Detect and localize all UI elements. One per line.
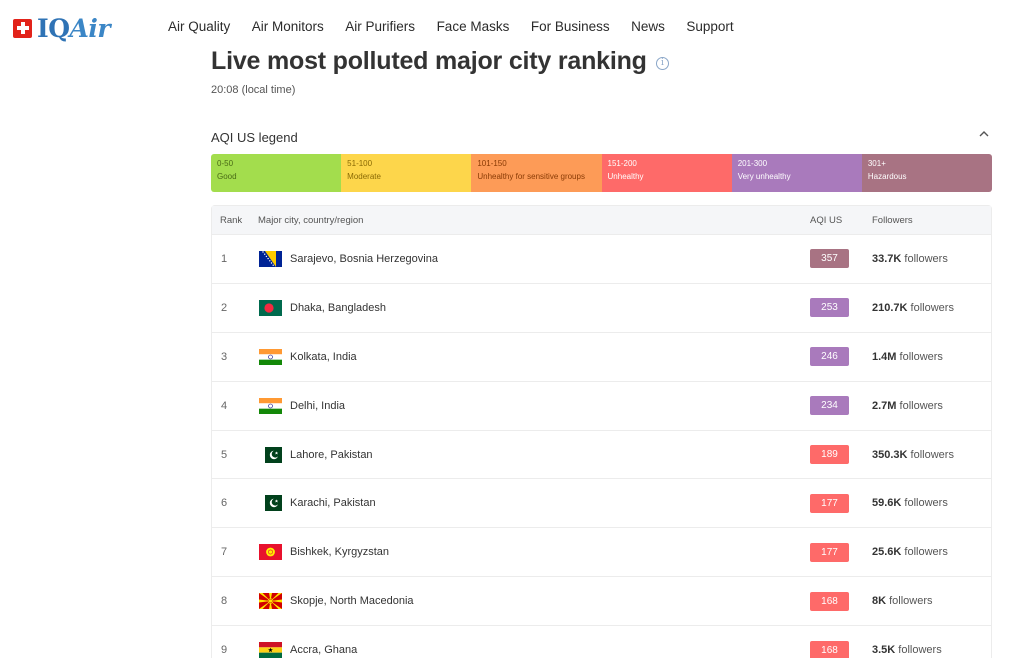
- info-icon[interactable]: i: [656, 57, 669, 70]
- table-row[interactable]: 2 Dhaka, Bangladesh 253 210.7K followers: [212, 282, 991, 332]
- north-macedonia-flag-icon: [259, 593, 282, 610]
- chevron-up-icon[interactable]: [978, 128, 990, 140]
- followers-cell: 350.3K followers: [872, 448, 954, 461]
- aqi-badge: 177: [810, 493, 849, 513]
- aqi-badge: 168: [810, 640, 849, 658]
- legend-segment: 101-150 Unhealthy for sensitive groups: [471, 154, 602, 192]
- ghana-flag-icon: [259, 642, 282, 658]
- table-row[interactable]: 5 Lahore, Pakistan 189 350.3K followers: [212, 429, 991, 479]
- city-link[interactable]: Bishkek, Kyrgyzstan: [290, 546, 389, 558]
- rank-cell: 1: [221, 252, 228, 265]
- rank-cell: 4: [221, 399, 228, 412]
- legend-segment: 151-200 Unhealthy: [601, 154, 732, 192]
- legend-label: Good: [217, 171, 237, 181]
- bangladesh-flag-icon: [259, 299, 282, 316]
- aqi-legend-bar: 0-50 Good 51-100 Moderate 101-150 Unhealthy f…: [211, 154, 992, 192]
- aqi-badge: 246: [810, 347, 849, 367]
- rank-cell: 9: [221, 644, 228, 657]
- local-time: 20:08 (local time): [211, 84, 296, 96]
- nav-face-masks[interactable]: Face Masks: [437, 18, 510, 36]
- legend-label: Moderate: [347, 171, 381, 181]
- legend-segment: 201-300 Very unhealthy: [731, 154, 862, 192]
- followers-cell: 25.6K followers: [872, 546, 948, 559]
- rank-cell: 7: [221, 546, 228, 559]
- kyrgyzstan-flag-icon: [259, 544, 282, 561]
- nav-support[interactable]: Support: [686, 18, 733, 36]
- rank-cell: 2: [221, 301, 228, 314]
- city-link[interactable]: Sarajevo, Bosnia Herzegovina: [290, 253, 438, 265]
- legend-label: Unhealthy: [607, 171, 644, 181]
- followers-cell: 59.6K followers: [872, 497, 948, 510]
- table-row[interactable]: 6 Karachi, Pakistan 177 59.6K followers: [212, 478, 991, 527]
- india-flag-icon: [259, 348, 282, 365]
- city-link[interactable]: Delhi, India: [290, 400, 345, 412]
- bosnia-flag-icon: [259, 250, 282, 267]
- logo-text: IQAir: [37, 13, 111, 43]
- rank-cell: 6: [221, 497, 228, 510]
- rank-cell: 8: [221, 595, 228, 608]
- followers-cell: 210.7K followers: [872, 301, 954, 314]
- pakistan-flag-icon: [259, 495, 282, 512]
- legend-range: 151-200: [607, 159, 637, 168]
- city-link[interactable]: Karachi, Pakistan: [290, 497, 376, 509]
- table-row[interactable]: 7 Bishkek, Kyrgyzstan 177 25.6K followers: [212, 527, 991, 576]
- iqair-logo[interactable]: IQAir: [13, 13, 111, 43]
- city-link[interactable]: Accra, Ghana: [290, 644, 357, 656]
- nav-news[interactable]: News: [631, 18, 665, 36]
- legend-label: Unhealthy for sensitive groups: [477, 171, 585, 181]
- table-row[interactable]: 1 Sarajevo, Bosnia Herzegovina 357 33.7K fo…: [212, 234, 991, 283]
- nav-for-business[interactable]: For Business: [531, 18, 610, 36]
- legend-range: 301+: [867, 159, 886, 168]
- legend-segment: 301+ Hazardous: [861, 154, 992, 192]
- aqi-badge: 177: [810, 542, 849, 562]
- legend-title: AQI US legend: [211, 130, 298, 145]
- legend-range: 0-50: [217, 159, 234, 168]
- header-aqi[interactable]: AQI US: [810, 215, 842, 226]
- india-flag-icon: [259, 397, 282, 414]
- city-link[interactable]: Kolkata, India: [290, 351, 357, 363]
- ranking-table: Rank Major city, country/region AQI US F…: [211, 205, 992, 658]
- table-row[interactable]: 9 Accra, Ghana 168 3.5K followers: [212, 625, 991, 658]
- legend-segment: 51-100 Moderate: [341, 154, 472, 192]
- rank-cell: 3: [221, 350, 228, 363]
- aqi-badge: 234: [810, 396, 849, 416]
- table-header: Rank Major city, country/region AQI US F…: [212, 206, 991, 234]
- city-link[interactable]: Skopje, North Macedonia: [290, 595, 414, 607]
- followers-cell: 33.7K followers: [872, 252, 948, 265]
- rank-cell: 5: [221, 448, 228, 461]
- legend-label: Very unhealthy: [737, 171, 791, 181]
- followers-cell: 2.7M followers: [872, 399, 943, 412]
- city-link[interactable]: Dhaka, Bangladesh: [290, 302, 386, 314]
- legend-segment: 0-50 Good: [211, 154, 342, 192]
- swiss-flag-icon: [13, 18, 32, 38]
- followers-cell: 1.4M followers: [872, 350, 943, 363]
- followers-cell: 8K followers: [872, 595, 933, 608]
- page-title: Live most polluted major city ranking: [211, 47, 647, 75]
- legend-range: 101-150: [477, 159, 507, 168]
- pakistan-flag-icon: [259, 446, 282, 463]
- legend-range: 51-100: [347, 159, 373, 168]
- aqi-badge: 253: [810, 298, 849, 318]
- header-followers[interactable]: Followers: [872, 215, 913, 226]
- nav-air-purifiers[interactable]: Air Purifiers: [345, 18, 415, 36]
- table-row[interactable]: 8 Skopje, North Macedonia 168 8K followers: [212, 576, 991, 625]
- table-row[interactable]: 4 Delhi, India 234 2.7M followers: [212, 380, 991, 430]
- table-row[interactable]: 3 Kolkata, India 246 1.4M followers: [212, 331, 991, 381]
- aqi-badge: 357: [810, 249, 849, 269]
- nav-air-monitors[interactable]: Air Monitors: [252, 18, 324, 36]
- city-link[interactable]: Lahore, Pakistan: [290, 449, 373, 461]
- header-city: Major city, country/region: [258, 214, 364, 226]
- header-rank: Rank: [220, 214, 243, 226]
- legend-range: 201-300: [737, 159, 768, 168]
- nav-air-quality[interactable]: Air Quality: [168, 18, 230, 36]
- main-nav: Air Quality Air Monitors Air Purifiers F…: [168, 18, 755, 36]
- aqi-badge: 168: [810, 591, 849, 611]
- followers-cell: 3.5K followers: [872, 644, 942, 657]
- legend-label: Hazardous: [867, 171, 907, 181]
- aqi-badge: 189: [810, 445, 849, 464]
